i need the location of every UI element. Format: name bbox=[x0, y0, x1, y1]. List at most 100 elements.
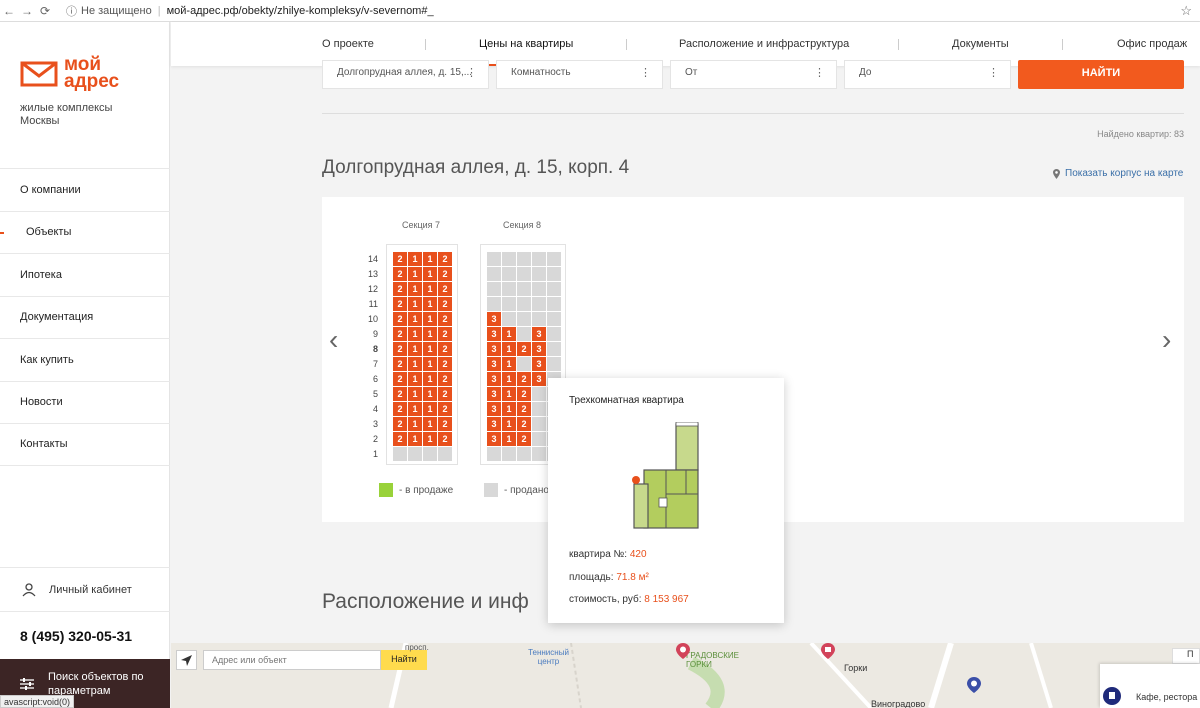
apartment-cell[interactable]: 1 bbox=[408, 402, 422, 416]
apartment-cell[interactable]: 1 bbox=[408, 387, 422, 401]
map-place-popup[interactable]: Кафе, рестора bbox=[1100, 664, 1200, 708]
apartment-cell[interactable]: 1 bbox=[408, 432, 422, 446]
apartment-cell[interactable]: 1 bbox=[408, 282, 422, 296]
sidebar-item-objects[interactable]: Объекты bbox=[0, 210, 170, 254]
apartment-cell[interactable]: 2 bbox=[438, 417, 452, 431]
apartment-cell[interactable]: 2 bbox=[517, 417, 531, 431]
apartment-cell[interactable]: 2 bbox=[393, 432, 407, 446]
phone-number[interactable]: 8 (495) 320-05-31 bbox=[0, 611, 170, 659]
apartment-cell[interactable]: 1 bbox=[423, 402, 437, 416]
apartment-cell[interactable]: 3 bbox=[487, 357, 501, 371]
apartment-cell[interactable]: 1 bbox=[408, 327, 422, 341]
apartment-cell[interactable]: 1 bbox=[502, 372, 516, 386]
apartment-cell[interactable]: 3 bbox=[532, 357, 546, 371]
apartment-cell[interactable]: 2 bbox=[438, 387, 452, 401]
bus-poi-icon[interactable] bbox=[821, 643, 835, 659]
apartment-cell[interactable]: 1 bbox=[423, 282, 437, 296]
info-icon[interactable]: ⓘ bbox=[66, 3, 77, 19]
apartment-cell[interactable]: 2 bbox=[517, 342, 531, 356]
sidebar-item-how-to-buy[interactable]: Как купить bbox=[0, 338, 170, 381]
sidebar-item-documentation[interactable]: Документация bbox=[0, 295, 170, 339]
apartment-cell[interactable]: 2 bbox=[438, 252, 452, 266]
apartment-cell[interactable]: 1 bbox=[408, 357, 422, 371]
apartment-cell[interactable]: 3 bbox=[487, 342, 501, 356]
apartment-cell[interactable]: 3 bbox=[487, 432, 501, 446]
apartment-cell[interactable]: 2 bbox=[393, 267, 407, 281]
apartment-cell[interactable]: 2 bbox=[438, 327, 452, 341]
apartment-cell[interactable]: 2 bbox=[517, 372, 531, 386]
apartment-cell[interactable]: 3 bbox=[487, 327, 501, 341]
apartment-cell[interactable]: 3 bbox=[487, 417, 501, 431]
find-button[interactable]: НАЙТИ bbox=[1018, 60, 1184, 89]
apartment-cell[interactable]: 1 bbox=[423, 312, 437, 326]
apartment-cell[interactable]: 1 bbox=[423, 267, 437, 281]
apartment-cell[interactable]: 2 bbox=[438, 402, 452, 416]
apartment-cell[interactable]: 1 bbox=[423, 432, 437, 446]
apartment-cell[interactable]: 1 bbox=[423, 297, 437, 311]
apartment-cell[interactable]: 1 bbox=[408, 267, 422, 281]
apartment-cell[interactable]: 2 bbox=[517, 432, 531, 446]
prev-arrow-icon[interactable]: ‹ bbox=[329, 324, 338, 356]
sidebar-item-mortgage[interactable]: Ипотека bbox=[0, 253, 170, 296]
apartment-cell[interactable]: 3 bbox=[487, 387, 501, 401]
address-bar[interactable]: мой-адрес.рф/obekty/zhilye-kompleksy/v-s… bbox=[167, 5, 434, 17]
map-search-input[interactable]: Адрес или объект bbox=[203, 650, 381, 670]
address-select[interactable]: Долгопрудная аллея, д. 15,... ⋮ bbox=[322, 60, 489, 89]
apartment-cell[interactable]: 1 bbox=[423, 327, 437, 341]
sidebar-item-company[interactable]: О компании bbox=[0, 168, 170, 211]
school-poi-icon[interactable] bbox=[967, 677, 981, 693]
apartment-cell[interactable]: 1 bbox=[408, 252, 422, 266]
apartment-cell[interactable]: 2 bbox=[517, 387, 531, 401]
apartment-cell[interactable]: 1 bbox=[502, 432, 516, 446]
sidebar-item-news[interactable]: Новости bbox=[0, 380, 170, 424]
apartment-cell[interactable]: 2 bbox=[393, 387, 407, 401]
apartment-cell[interactable]: 2 bbox=[393, 402, 407, 416]
apartment-cell[interactable]: 2 bbox=[393, 282, 407, 296]
apartment-cell[interactable]: 2 bbox=[438, 267, 452, 281]
apartment-cell[interactable]: 1 bbox=[502, 357, 516, 371]
forward-icon[interactable]: → bbox=[18, 4, 36, 18]
sidebar-item-contacts[interactable]: Контакты bbox=[0, 423, 170, 466]
logo[interactable]: мой адрес bbox=[20, 55, 119, 91]
apartment-cell[interactable]: 1 bbox=[423, 252, 437, 266]
apartment-cell[interactable]: 2 bbox=[438, 432, 452, 446]
apartment-cell[interactable]: 2 bbox=[393, 252, 407, 266]
apartment-cell[interactable]: 3 bbox=[532, 372, 546, 386]
apartment-cell[interactable]: 2 bbox=[438, 297, 452, 311]
apartment-cell[interactable]: 1 bbox=[408, 372, 422, 386]
map[interactable]: Адрес или объект Найти просп. Теннисный … bbox=[171, 643, 1200, 708]
back-icon[interactable]: ← bbox=[0, 4, 18, 18]
star-icon[interactable]: ☆ bbox=[1180, 3, 1192, 19]
apartment-cell[interactable]: 2 bbox=[438, 342, 452, 356]
rooms-select[interactable]: Комнатность ⋮ bbox=[496, 60, 663, 89]
apartment-cell[interactable]: 3 bbox=[487, 402, 501, 416]
apartment-cell[interactable]: 2 bbox=[517, 402, 531, 416]
apartment-cell[interactable]: 3 bbox=[532, 327, 546, 341]
apartment-cell[interactable]: 1 bbox=[408, 297, 422, 311]
apartment-cell[interactable]: 2 bbox=[393, 342, 407, 356]
apartment-cell[interactable]: 2 bbox=[438, 372, 452, 386]
apartment-cell[interactable]: 1 bbox=[423, 357, 437, 371]
apartment-cell[interactable]: 1 bbox=[502, 387, 516, 401]
apartment-cell[interactable]: 2 bbox=[438, 357, 452, 371]
apartment-cell[interactable]: 1 bbox=[423, 372, 437, 386]
apartment-cell[interactable]: 3 bbox=[532, 342, 546, 356]
apartment-cell[interactable]: 1 bbox=[502, 327, 516, 341]
apartment-cell[interactable]: 1 bbox=[502, 342, 516, 356]
reload-icon[interactable]: ⟳ bbox=[36, 4, 54, 18]
apartment-cell[interactable]: 2 bbox=[393, 327, 407, 341]
price-to-select[interactable]: До ⋮ bbox=[844, 60, 1011, 89]
apartment-cell[interactable]: 2 bbox=[438, 312, 452, 326]
apartment-cell[interactable]: 1 bbox=[423, 417, 437, 431]
apartment-cell[interactable]: 2 bbox=[393, 417, 407, 431]
apartment-cell[interactable]: 1 bbox=[423, 387, 437, 401]
show-on-map-link[interactable]: Показать корпус на карте bbox=[1053, 168, 1183, 179]
map-search-button[interactable]: Найти bbox=[381, 650, 427, 670]
shop-poi-icon[interactable] bbox=[676, 643, 690, 659]
apartment-cell[interactable]: 2 bbox=[393, 372, 407, 386]
apartment-cell[interactable]: 1 bbox=[408, 417, 422, 431]
apartment-cell[interactable]: 1 bbox=[408, 312, 422, 326]
apartment-cell[interactable]: 1 bbox=[408, 342, 422, 356]
price-from-select[interactable]: От ⋮ bbox=[670, 60, 837, 89]
apartment-cell[interactable]: 3 bbox=[487, 372, 501, 386]
